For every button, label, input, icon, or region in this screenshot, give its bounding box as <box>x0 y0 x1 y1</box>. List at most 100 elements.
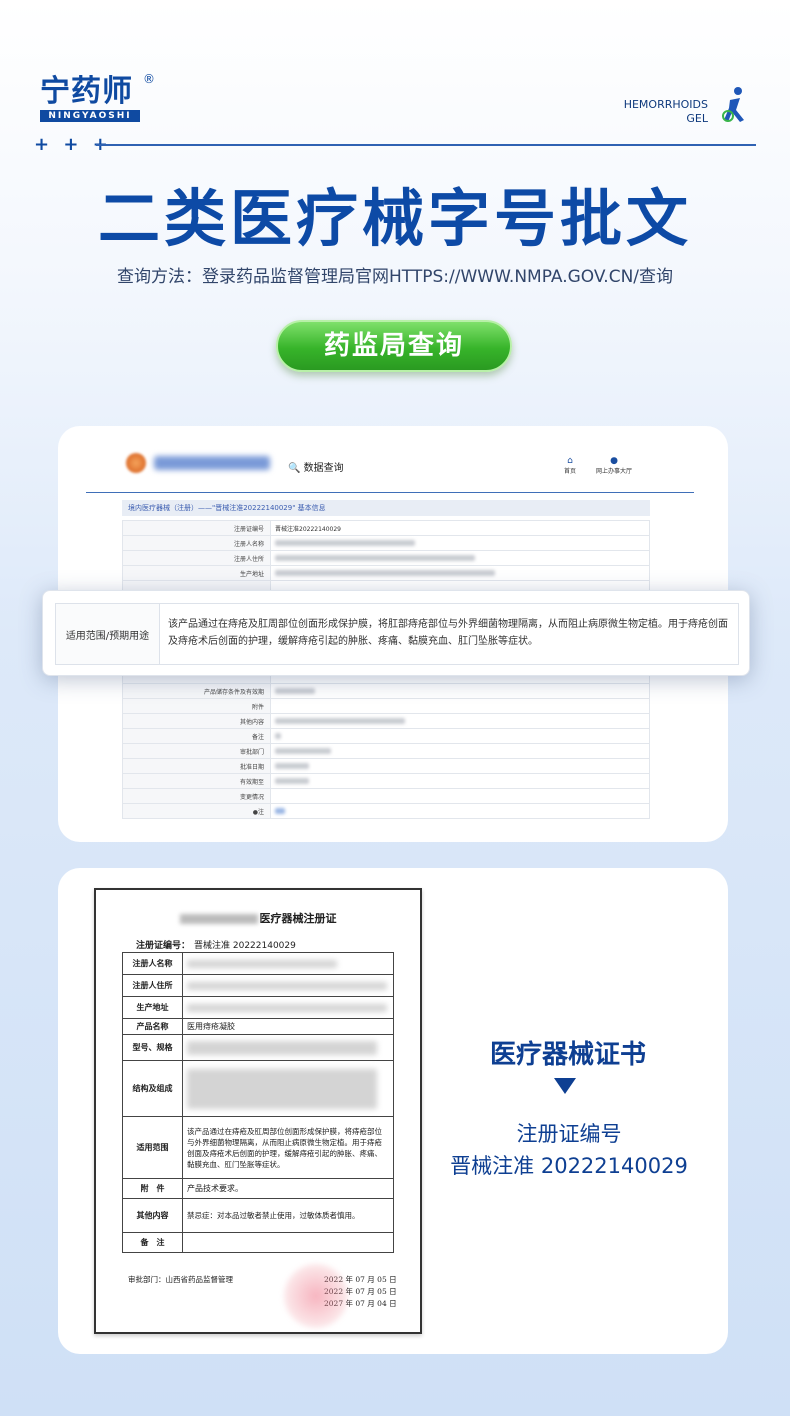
nav-online-hall[interactable]: ● 网上办事大厅 <box>592 456 636 475</box>
row-key: 附件 <box>122 698 271 714</box>
row-key: 其他内容 <box>122 1198 183 1233</box>
row-value: 该产品通过在痔疮及肛周部位创面形成保护膜，将痔疮部位与外界细菌物理隔离，从而阻止… <box>182 1116 394 1179</box>
certificate-table: 注册人名称 注册人住所 生产地址 产品名称 医用痔疮凝胶 型号、规格 结构及组成 … <box>122 952 394 1253</box>
breadcrumb: 境内医疗器械（注册）——"晋械注准20222140029" 基本信息 <box>122 500 650 516</box>
row-key: 变更情况 <box>122 788 271 804</box>
row-key: 其他内容 <box>122 713 271 729</box>
table-row: 适用范围 该产品通过在痔疮及肛周部位创面形成保护膜，将痔疮部位与外界细菌物理隔离，… <box>122 1116 394 1179</box>
row-value-blurred <box>182 974 394 997</box>
row-key: 审批部门 <box>122 743 271 759</box>
official-seal-blurred <box>282 1262 350 1330</box>
row-value <box>270 788 650 804</box>
row-key: 备 注 <box>122 1232 183 1253</box>
table-row: 型号、规格 <box>122 1034 394 1061</box>
row-value: 禁忌症：对本品过敏者禁止使用，过敏体质者慎用。 <box>182 1198 394 1233</box>
table-row: 备注 <box>122 728 650 744</box>
approval-department: 审批部门：山西省药品监督管理 <box>128 1275 233 1284</box>
row-key: 产品名称 <box>122 1018 183 1035</box>
query-method-text: 查询方法：登录药品监督管理局官网HTTPS://WWW.NMPA.GOV.CN/… <box>116 267 674 287</box>
product-line1: HEMORRHOIDS <box>623 98 708 111</box>
row-value: 晋械注准20222140029 <box>270 520 650 536</box>
row-key: ●注 <box>122 803 271 819</box>
scope-value: 该产品通过在痔疮及肛周部位创面形成保护膜，将肛部痔疮部位与外界细菌物理隔离，从而… <box>168 619 728 647</box>
product-name: HEMORRHOIDS GEL <box>624 98 708 126</box>
header-divider <box>96 144 756 146</box>
product-line2: GEL <box>686 112 708 125</box>
cert-no-value: 晋械注准 20222140029 <box>194 941 296 951</box>
highlighted-scope-row: 适用范围/预期用途 该产品通过在痔疮及肛周部位创面形成保护膜，将肛部痔疮部位与外… <box>42 590 750 676</box>
certificate-title-text: 医疗器械注册证 <box>259 912 337 925</box>
cert-no-label: 注册证编号： <box>136 941 191 951</box>
row-key: 注册人住所 <box>122 550 271 566</box>
table-row: 注册证编号 晋械注准20222140029 <box>122 520 650 536</box>
down-arrow-icon <box>554 1078 576 1094</box>
row-value-blurred <box>270 683 650 699</box>
row-value-blurred <box>270 758 650 774</box>
logo-text: 宁药师 <box>40 74 133 109</box>
table-row: 批准日期 <box>122 758 650 774</box>
scope-row: 适用范围/预期用途 该产品通过在痔疮及肛周部位创面形成保护膜，将肛部痔疮部位与外… <box>55 603 739 665</box>
row-key: 注册人名称 <box>122 952 183 975</box>
row-key: 有效期至 <box>122 773 271 789</box>
table-row: 生产地址 <box>122 565 650 581</box>
row-key: 生产地址 <box>122 565 271 581</box>
nmpa-query-button[interactable]: 药监局查询 <box>276 320 512 372</box>
table-row: 产品储存条件及有效期 <box>122 683 650 699</box>
row-value-blurred <box>270 743 650 759</box>
row-value-blurred <box>270 550 650 566</box>
home-icon: ⌂ <box>567 456 573 466</box>
certificate-card: 医疗器械注册证 注册证编号： 晋械注准 20222140029 注册人名称 注册人… <box>58 868 728 1354</box>
row-key: 结构及组成 <box>122 1060 183 1117</box>
row-value-blurred <box>182 996 394 1019</box>
row-key: 注册人名称 <box>122 535 271 551</box>
user-icon: ● <box>610 456 618 466</box>
table-row: 备 注 <box>122 1232 394 1253</box>
row-key: 适用范围 <box>122 1116 183 1179</box>
issuer-blurred <box>179 914 258 924</box>
cert-caption-title: 医疗器械证书 <box>489 1040 646 1070</box>
product-figure-icon <box>722 87 744 122</box>
table-row: 变更情况 <box>122 788 650 804</box>
logo-english: NINGYAOSHI <box>40 110 140 122</box>
cert-caption-label: 注册证编号 <box>516 1122 622 1146</box>
row-value-blurred <box>182 952 394 975</box>
nav-hall-label: 网上办事大厅 <box>595 468 632 475</box>
search-doc-icon: 🔍 <box>288 463 301 474</box>
certificate-title: 医疗器械注册证 <box>96 910 420 926</box>
nav-home-label: 首页 <box>563 468 576 475</box>
certificate-number-line: 注册证编号： 晋械注准 20222140029 <box>136 938 296 951</box>
table-row: 注册人住所 <box>122 550 650 566</box>
row-value-blurred <box>270 713 650 729</box>
data-query-label[interactable]: 🔍 数据查询 <box>288 459 344 474</box>
row-key: 备注 <box>122 728 271 744</box>
registration-certificate-image: 医疗器械注册证 注册证编号： 晋械注准 20222140029 注册人名称 注册人… <box>94 888 422 1334</box>
scope-key: 适用范围/预期用途 <box>56 604 160 664</box>
site-header-divider <box>86 492 694 493</box>
row-key: 型号、规格 <box>122 1034 183 1061</box>
row-value-blurred <box>270 803 650 819</box>
table-row: 注册人住所 <box>122 974 394 997</box>
table-row: 附 件产品技术要求。 <box>122 1178 394 1199</box>
row-value <box>182 1232 394 1253</box>
brand-logo: 宁药师 ® NINGYAOSHI <box>40 72 155 122</box>
row-key: 生产地址 <box>122 996 183 1019</box>
table-row: 产品名称 医用痔疮凝胶 <box>122 1018 394 1035</box>
row-value: 产品技术要求。 <box>182 1178 394 1199</box>
table-row: 审批部门 <box>122 743 650 759</box>
site-emblem-icon <box>126 453 146 473</box>
row-value <box>270 698 650 714</box>
row-value-blurred <box>182 1034 394 1061</box>
table-row: 有效期至 <box>122 773 650 789</box>
table-row: 附件 <box>122 698 650 714</box>
row-value-blurred <box>270 565 650 581</box>
nav-home[interactable]: ⌂ 首页 <box>560 456 580 475</box>
row-key: 批准日期 <box>122 758 271 774</box>
data-query-text: 数据查询 <box>303 463 344 474</box>
table-row: 其他内容 禁忌症：对本品过敏者禁止使用，过敏体质者慎用。 <box>122 1198 394 1233</box>
row-value: 医用痔疮凝胶 <box>182 1018 394 1035</box>
registered-mark: ® <box>143 72 155 86</box>
row-value-blurred <box>270 535 650 551</box>
row-value-blurred <box>270 728 650 744</box>
site-name-blurred <box>154 456 270 470</box>
row-key: 注册证编号 <box>122 520 271 536</box>
